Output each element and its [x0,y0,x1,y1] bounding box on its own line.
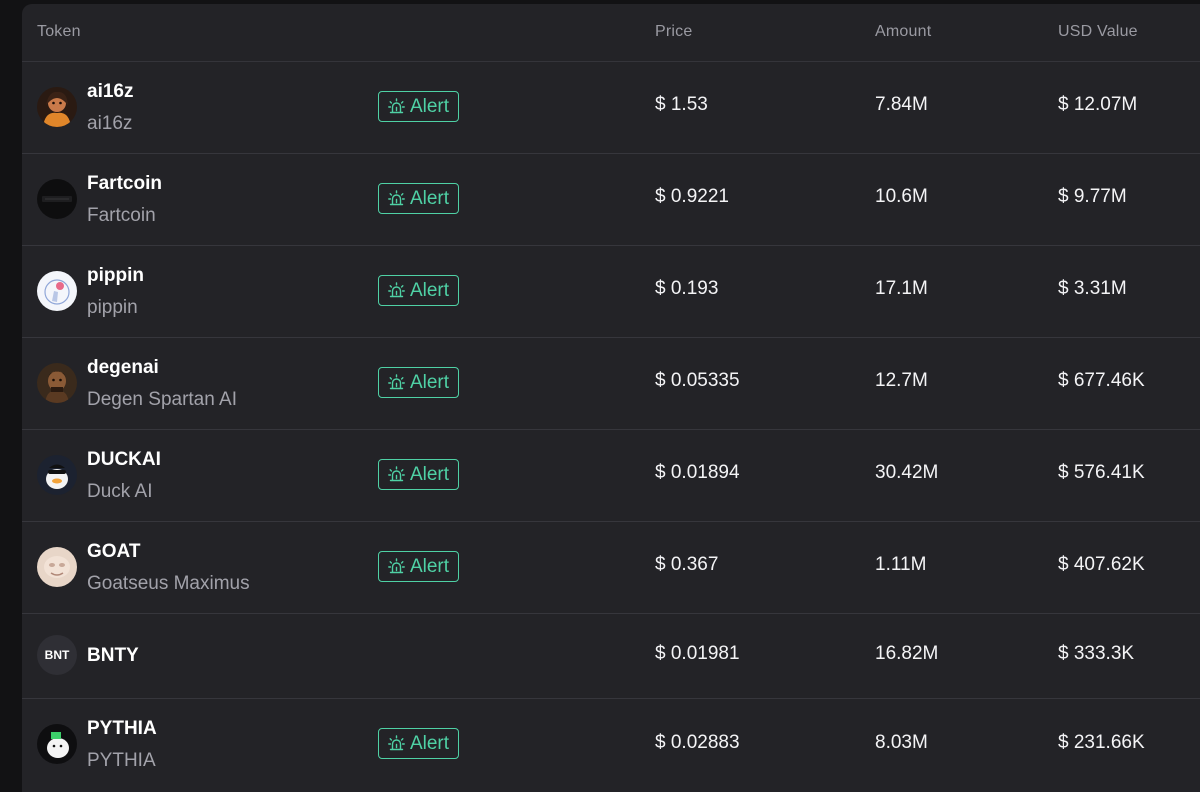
token-name: ai16z [87,113,133,134]
token-table: Token Price Amount USD Value ai16z ai16z [22,4,1200,792]
duck-avatar-icon [37,455,77,495]
amount-cell: 10.6M [875,186,928,207]
price-cell: $ 0.02883 [655,732,740,753]
price-cell: $ 0.05335 [655,370,740,391]
token-name: Goatseus Maximus [87,573,250,594]
token-name: PYTHIA [87,750,156,771]
goat-avatar-icon [37,547,77,587]
usd-value-cell: $ 3.31M [1058,278,1127,299]
alert-button[interactable]: Alert [378,551,459,582]
usd-value-cell: $ 231.66K [1058,732,1145,753]
token-name: Fartcoin [87,205,156,226]
alarm-icon [388,374,405,391]
usd-value-cell: $ 407.62K [1058,554,1145,575]
usd-value-cell: $ 333.3K [1058,643,1135,664]
token-symbol: PYTHIA [87,718,157,739]
header-price: Price [655,23,693,40]
table-row[interactable]: pippin pippin Alert $ 0.193 17.1M $ 3.31… [22,246,1200,338]
alert-button[interactable]: Alert [378,91,459,122]
ai16z-avatar-icon [37,87,77,127]
amount-cell: 12.7M [875,370,928,391]
alarm-icon [388,190,405,207]
price-cell: $ 0.193 [655,278,719,299]
price-cell: $ 0.9221 [655,186,729,207]
alert-label: Alert [409,463,450,485]
table-row[interactable]: BNT BNTY $ 0.01981 16.82M $ 333.3K [22,614,1200,699]
alert-button[interactable]: Alert [378,459,459,490]
alert-button[interactable]: Alert [378,183,459,214]
alert-label: Alert [409,279,450,301]
table-row[interactable]: GOAT Goatseus Maximus Alert $ 0.367 1.11… [22,522,1200,614]
alert-button[interactable]: Alert [378,367,459,398]
price-cell: $ 0.01981 [655,643,740,664]
pippin-avatar-icon [37,271,77,311]
token-symbol: DUCKAI [87,449,161,470]
header-token: Token [37,23,81,40]
amount-cell: 7.84M [875,94,928,115]
token-symbol: ai16z [87,81,134,102]
price-cell: $ 0.01894 [655,462,740,483]
token-name: pippin [87,297,138,318]
bnt-avatar-text: BNT [37,635,77,675]
usd-value-cell: $ 9.77M [1058,186,1127,207]
alarm-icon [388,735,405,752]
amount-cell: 16.82M [875,643,939,664]
alarm-icon [388,558,405,575]
amount-cell: 1.11M [875,554,927,575]
amount-cell: 8.03M [875,732,928,753]
header-amount: Amount [875,23,932,40]
usd-value-cell: $ 576.41K [1058,462,1145,483]
price-cell: $ 0.367 [655,554,719,575]
fartcoin-avatar-icon [37,179,77,219]
bnt-avatar-icon: BNT [37,635,77,675]
alarm-icon [388,98,405,115]
alert-label: Alert [409,187,450,209]
alarm-icon [388,282,405,299]
table-row[interactable]: PYTHIA PYTHIA Alert $ 0.02883 8.03M $ 23… [22,699,1200,791]
table-row[interactable]: Fartcoin Fartcoin Alert $ 0.9221 10.6M $… [22,154,1200,246]
degenai-avatar-icon [37,363,77,403]
token-symbol: Fartcoin [87,173,162,194]
alert-button[interactable]: Alert [378,275,459,306]
token-name: Degen Spartan AI [87,389,237,410]
table-row[interactable]: degenai Degen Spartan AI Alert $ 0.05335… [22,338,1200,430]
alert-label: Alert [409,555,450,577]
token-symbol: degenai [87,357,159,378]
amount-cell: 17.1M [875,278,928,299]
usd-value-cell: $ 677.46K [1058,370,1145,391]
table-header: Token Price Amount USD Value [22,4,1200,62]
token-symbol: GOAT [87,541,141,562]
price-cell: $ 1.53 [655,94,708,115]
header-usd-value: USD Value [1058,23,1138,40]
token-symbol: pippin [87,265,144,286]
page: Token Price Amount USD Value ai16z ai16z [0,0,1200,792]
alert-label: Alert [409,95,450,117]
token-name: Duck AI [87,481,153,502]
alert-label: Alert [409,371,450,393]
alert-button[interactable]: Alert [378,728,459,759]
usd-value-cell: $ 12.07M [1058,94,1138,115]
table-row[interactable]: DUCKAI Duck AI Alert $ 0.01894 30.42M $ … [22,430,1200,522]
table-row[interactable]: ai16z ai16z Alert $ 1.53 7.84M $ 12.07M [22,62,1200,154]
token-symbol: BNTY [87,645,139,666]
pythia-avatar-icon [37,724,77,764]
alarm-icon [388,466,405,483]
alert-label: Alert [409,732,450,754]
amount-cell: 30.42M [875,462,939,483]
